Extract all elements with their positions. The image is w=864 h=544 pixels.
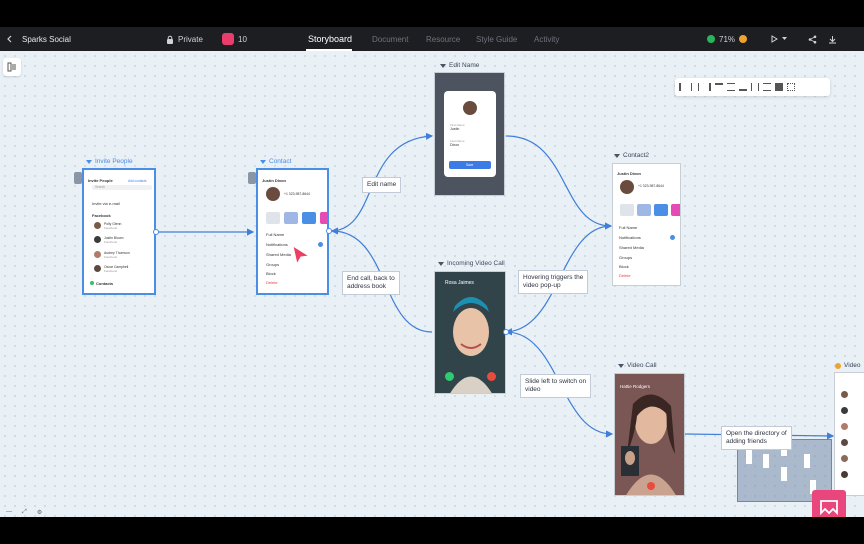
zoom-out-icon[interactable]: — [6, 509, 12, 515]
edit-name-modal: First Name Justin Last Name Dixon Save [444, 91, 496, 177]
screen-invite-people[interactable]: Invite People Add contacts Search Invite… [82, 168, 156, 295]
avatar [266, 187, 280, 201]
contact2-phone: +1 323-987-8644 [638, 184, 664, 188]
avatar [841, 423, 848, 430]
field-notifications[interactable]: Notifications [266, 242, 288, 247]
contacts-icon [90, 281, 94, 285]
collapse-icon [86, 159, 92, 164]
call-button[interactable] [284, 212, 298, 224]
note-slide-video[interactable]: Slide left to switch on video [520, 374, 592, 399]
field-block[interactable]: Block [266, 271, 276, 276]
field-full-name[interactable]: Full Name [266, 232, 284, 237]
video-button[interactable] [654, 204, 668, 216]
field-shared-media[interactable]: Shared Media [266, 252, 291, 257]
collapse-icon [614, 153, 620, 158]
cursor-pointer-icon [292, 244, 311, 266]
note-end-call[interactable]: End call, back to address book [342, 271, 400, 296]
avatar [94, 222, 101, 229]
field-notifications[interactable]: Notifications [619, 235, 641, 240]
avatar [841, 471, 848, 478]
avatar [841, 455, 848, 462]
frame-label-edit-name[interactable]: Edit Name [440, 62, 479, 69]
avatar [620, 180, 634, 194]
field-full-name[interactable]: Full Name [619, 225, 637, 230]
frame-label-video[interactable]: Video [835, 362, 861, 369]
video-caller-name: Hattie Rodgers [620, 384, 651, 389]
screen-video-call[interactable]: Hattie Rodgers [614, 373, 685, 496]
toggle-icon[interactable] [318, 242, 323, 247]
contact-title: Justin Dixon [262, 178, 287, 183]
frame-label-video-call[interactable]: Video Call [618, 362, 657, 369]
avatar [94, 265, 101, 272]
person-sub: Facebook [104, 269, 118, 273]
avatar [841, 439, 848, 446]
connection-handle[interactable] [503, 329, 509, 335]
person-sub: Facebook [104, 226, 118, 230]
avatar [94, 236, 101, 243]
screen-video[interactable] [834, 372, 864, 496]
frame-label-invite-people[interactable]: Invite People [86, 158, 133, 165]
screen-edit-name[interactable]: First Name Justin Last Name Dixon Save [434, 72, 505, 196]
screen-incoming-video-call[interactable]: Rosa Jaimes [434, 271, 506, 394]
frame-marker[interactable] [248, 172, 256, 184]
field-shared-media[interactable]: Shared Media [619, 245, 644, 250]
invite-title: Invite People [88, 178, 113, 183]
mail-button[interactable] [671, 204, 680, 216]
section-contacts: Contacts [96, 281, 114, 286]
collapse-icon [440, 63, 446, 68]
invite-email-row[interactable]: Invite via e-mail [92, 201, 120, 206]
avatar [841, 391, 848, 398]
fit-icon[interactable]: ⤢ [22, 509, 27, 516]
contact-phone: +1 323-987-8644 [284, 192, 310, 196]
delete-contact[interactable]: Delete [266, 280, 278, 285]
message-button[interactable] [620, 204, 634, 216]
caller-name: Rosa Jaimes [445, 280, 474, 286]
toggle-icon[interactable] [670, 235, 675, 240]
invite-search-input[interactable]: Search [92, 185, 152, 190]
collapse-icon [438, 261, 444, 266]
field-block[interactable]: Block [619, 264, 629, 269]
storyboard-window: Sparks Social Private 10 Storyboard Docu… [0, 0, 864, 544]
save-button[interactable]: Save [449, 161, 491, 169]
collapse-icon [260, 159, 266, 164]
frame-start-marker[interactable] [74, 172, 82, 184]
collapse-icon [618, 363, 624, 368]
letterbox-bottom [0, 517, 864, 544]
call-button[interactable] [637, 204, 651, 216]
video-button[interactable] [302, 212, 316, 224]
field-groups[interactable]: Groups [619, 255, 632, 260]
mail-button[interactable] [320, 212, 327, 224]
end-call-button[interactable] [647, 482, 655, 490]
add-contacts-link[interactable]: Add contacts [128, 179, 146, 183]
connection-handle[interactable] [326, 228, 332, 234]
screen-contact2[interactable]: Justin Dixon +1 323-987-8644 Full Name N… [612, 163, 681, 286]
last-name-input[interactable]: Dixon [450, 143, 459, 147]
avatar [94, 251, 101, 258]
video-call-photo [615, 374, 684, 495]
section-facebook: Facebook [92, 213, 111, 218]
delete-contact[interactable]: Delete [619, 273, 631, 278]
note-hover-video[interactable]: Hovering triggers the video pop-up [518, 270, 589, 295]
warning-icon [835, 362, 841, 369]
first-name-input[interactable]: Justin [450, 127, 459, 131]
settings-gear-icon[interactable]: ⚙ [37, 509, 42, 516]
note-edit-name[interactable]: Edit name [362, 177, 402, 194]
field-groups[interactable]: Groups [266, 262, 279, 267]
frame-label-contact[interactable]: Contact [260, 158, 291, 165]
frame-label-incoming-video-call[interactable]: Incoming Video Call [438, 260, 505, 267]
person-sub: Facebook [104, 240, 118, 244]
message-button[interactable] [266, 212, 280, 224]
person-sub: Facebook [104, 255, 118, 259]
avatar [463, 101, 477, 115]
frame-label-contact2[interactable]: Contact2 [614, 152, 649, 159]
accept-call-button[interactable] [445, 372, 454, 381]
connection-handle[interactable] [153, 229, 159, 235]
avatar [841, 407, 848, 414]
contact2-title: Justin Dixon [617, 171, 642, 176]
screen-contact[interactable]: Justin Dixon +1 323-987-8644 Full Name N… [256, 168, 329, 295]
note-open-directory[interactable]: Open the directory of adding friends [721, 426, 792, 451]
decline-call-button[interactable] [487, 372, 496, 381]
